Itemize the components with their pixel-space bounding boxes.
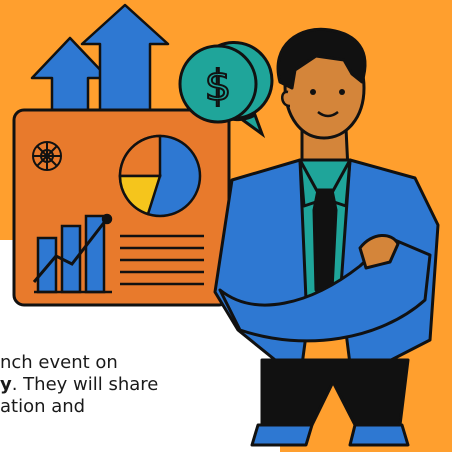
eye-right [339, 89, 345, 95]
shoe-right [348, 423, 410, 447]
trousers [260, 358, 410, 427]
business-illustration: $ [12, 3, 440, 447]
growth-arrows [30, 3, 170, 122]
shoe-left [250, 423, 314, 447]
arrow-up-icon [30, 36, 110, 122]
eye-left [310, 89, 316, 95]
compass-icon [32, 141, 62, 171]
svg-text:$: $ [205, 61, 232, 110]
pie-chart-icon [118, 134, 202, 218]
dashboard-board [12, 108, 231, 307]
